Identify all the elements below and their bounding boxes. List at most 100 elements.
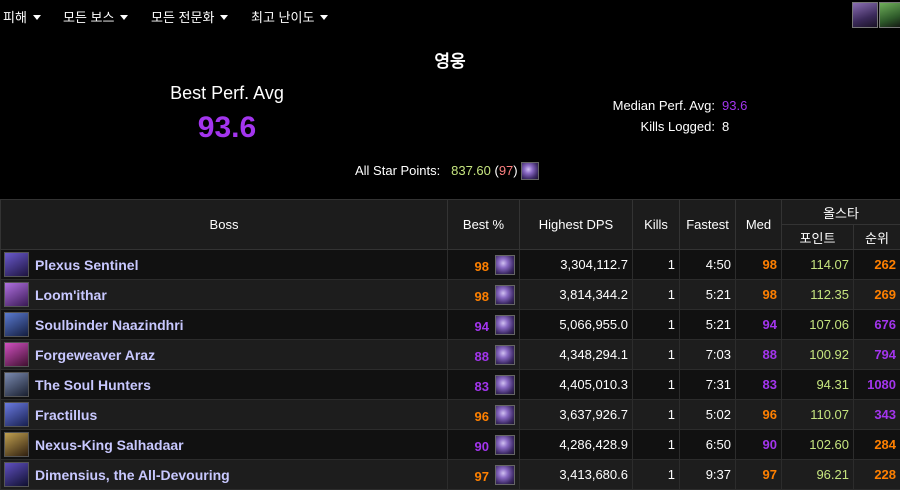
highest-dps-cell: 4,348,294.1 — [520, 340, 633, 370]
allstar-points-cell: 114.07 — [782, 250, 854, 280]
kills-cell: 1 — [633, 280, 680, 310]
all-star-rank-value: 97 — [499, 163, 513, 178]
best-percent-cell: 90 — [448, 430, 520, 460]
spec-icon — [521, 162, 539, 180]
table-row[interactable]: Plexus Sentinel983,304,112.714:5098114.0… — [1, 250, 900, 280]
boss-dropdown[interactable]: 모든 보스 — [63, 7, 128, 26]
spec-icon — [495, 315, 515, 335]
boss-cell[interactable]: Dimensius, the All-Devouring — [1, 460, 448, 490]
best-percent-cell: 97 — [448, 460, 520, 490]
col-boss[interactable]: Boss — [1, 200, 448, 250]
best-percent-cell: 96 — [448, 400, 520, 430]
kills-logged-label: Kills Logged: — [641, 119, 715, 134]
median-cell: 94 — [736, 310, 782, 340]
boss-cell[interactable]: The Soul Hunters — [1, 370, 448, 400]
col-group-allstar: 올스타 — [782, 200, 900, 225]
kills-cell: 1 — [633, 250, 680, 280]
allstar-points-cell: 100.92 — [782, 340, 854, 370]
allstar-points-cell: 96.21 — [782, 460, 854, 490]
median-cell: 90 — [736, 430, 782, 460]
fastest-cell: 5:21 — [680, 310, 736, 340]
chevron-down-icon — [33, 15, 41, 20]
best-percent-cell: 98 — [448, 250, 520, 280]
boss-name[interactable]: Forgeweaver Araz — [35, 347, 155, 363]
median-cell: 98 — [736, 250, 782, 280]
boss-rankings-table: Boss Best % Highest DPS Kills Fastest Me… — [0, 199, 900, 490]
fastest-cell: 5:21 — [680, 280, 736, 310]
best-percent-value: 90 — [475, 439, 489, 454]
highest-dps-cell: 5,066,955.0 — [520, 310, 633, 340]
boss-cell[interactable]: Forgeweaver Araz — [1, 340, 448, 370]
boss-name[interactable]: Soulbinder Naazindhri — [35, 317, 184, 333]
table-row[interactable]: Loom'ithar983,814,344.215:2198112.35269 — [1, 280, 900, 310]
boss-name[interactable]: Fractillus — [35, 407, 97, 423]
spec-dropdown[interactable]: 모든 전문화 — [151, 7, 228, 26]
highest-dps-cell: 3,304,112.7 — [520, 250, 633, 280]
boss-cell[interactable]: Plexus Sentinel — [1, 250, 448, 280]
boss-cell[interactable]: Loom'ithar — [1, 280, 448, 310]
median-cell: 97 — [736, 460, 782, 490]
boss-icon — [4, 312, 29, 337]
highest-dps-cell: 4,286,428.9 — [520, 430, 633, 460]
table-row[interactable]: Fractillus963,637,926.715:0296110.07343 — [1, 400, 900, 430]
boss-cell[interactable]: Fractillus — [1, 400, 448, 430]
highest-dps-cell: 4,405,010.3 — [520, 370, 633, 400]
col-kills[interactable]: Kills — [633, 200, 680, 250]
col-allstar-rank[interactable]: 순위 — [854, 225, 900, 250]
allstar-points-cell: 110.07 — [782, 400, 854, 430]
allstar-rank-cell: 794 — [854, 340, 900, 370]
boss-name[interactable]: The Soul Hunters — [35, 377, 151, 393]
all-star-label: All Star Points: — [355, 163, 440, 178]
spec-icon — [495, 435, 515, 455]
spec-icon — [495, 375, 515, 395]
boss-cell[interactable]: Soulbinder Naazindhri — [1, 310, 448, 340]
table-row[interactable]: Nexus-King Salhadaar904,286,428.916:5090… — [1, 430, 900, 460]
kills-cell: 1 — [633, 370, 680, 400]
allstar-rank-cell: 343 — [854, 400, 900, 430]
fastest-cell: 9:37 — [680, 460, 736, 490]
fastest-cell: 4:50 — [680, 250, 736, 280]
difficulty-title: 영웅 — [0, 47, 900, 72]
fastest-cell: 7:31 — [680, 370, 736, 400]
col-fastest[interactable]: Fastest — [680, 200, 736, 250]
boss-icon — [4, 282, 29, 307]
best-percent-value: 88 — [475, 349, 489, 364]
boss-name[interactable]: Plexus Sentinel — [35, 257, 138, 273]
difficulty-dropdown-label: 최고 난이도 — [251, 10, 314, 25]
metric-dropdown-label: 피해 — [3, 10, 27, 25]
col-median[interactable]: Med — [736, 200, 782, 250]
col-highest-dps[interactable]: Highest DPS — [520, 200, 633, 250]
boss-name[interactable]: Loom'ithar — [35, 287, 107, 303]
best-percent-cell: 83 — [448, 370, 520, 400]
all-star-points: All Star Points: 837.60 (97) — [355, 162, 539, 180]
metric-dropdown[interactable]: 피해 — [3, 7, 41, 26]
median-cell: 98 — [736, 280, 782, 310]
kills-cell: 1 — [633, 340, 680, 370]
chevron-down-icon — [320, 15, 328, 20]
allstar-rank-cell: 1080 — [854, 370, 900, 400]
boss-icon — [4, 252, 29, 277]
median-perf-label: Median Perf. Avg: — [613, 98, 715, 113]
allstar-points-cell: 107.06 — [782, 310, 854, 340]
col-allstar-points[interactable]: 포인트 — [782, 225, 854, 250]
col-best-percent[interactable]: Best % — [448, 200, 520, 250]
difficulty-dropdown[interactable]: 최고 난이도 — [251, 7, 328, 26]
allstar-rank-cell: 228 — [854, 460, 900, 490]
key-icon[interactable] — [879, 2, 900, 28]
median-perf-value: 93.6 — [722, 98, 747, 113]
best-perf-label: Best Perf. Avg — [127, 83, 327, 104]
table-row[interactable]: The Soul Hunters834,405,010.317:318394.3… — [1, 370, 900, 400]
highest-dps-cell: 3,637,926.7 — [520, 400, 633, 430]
best-percent-value: 98 — [475, 259, 489, 274]
best-percent-cell: 94 — [448, 310, 520, 340]
highest-dps-cell: 3,413,680.6 — [520, 460, 633, 490]
boss-name[interactable]: Dimensius, the All-Devouring — [35, 467, 230, 483]
table-row[interactable]: Forgeweaver Araz884,348,294.117:0388100.… — [1, 340, 900, 370]
raid-icon[interactable] — [852, 2, 878, 28]
table-row[interactable]: Dimensius, the All-Devouring973,413,680.… — [1, 460, 900, 490]
boss-cell[interactable]: Nexus-King Salhadaar — [1, 430, 448, 460]
allstar-rank-cell: 284 — [854, 430, 900, 460]
boss-name[interactable]: Nexus-King Salhadaar — [35, 437, 184, 453]
table-row[interactable]: Soulbinder Naazindhri945,066,955.015:219… — [1, 310, 900, 340]
all-star-points-value: 837.60 — [451, 163, 491, 178]
